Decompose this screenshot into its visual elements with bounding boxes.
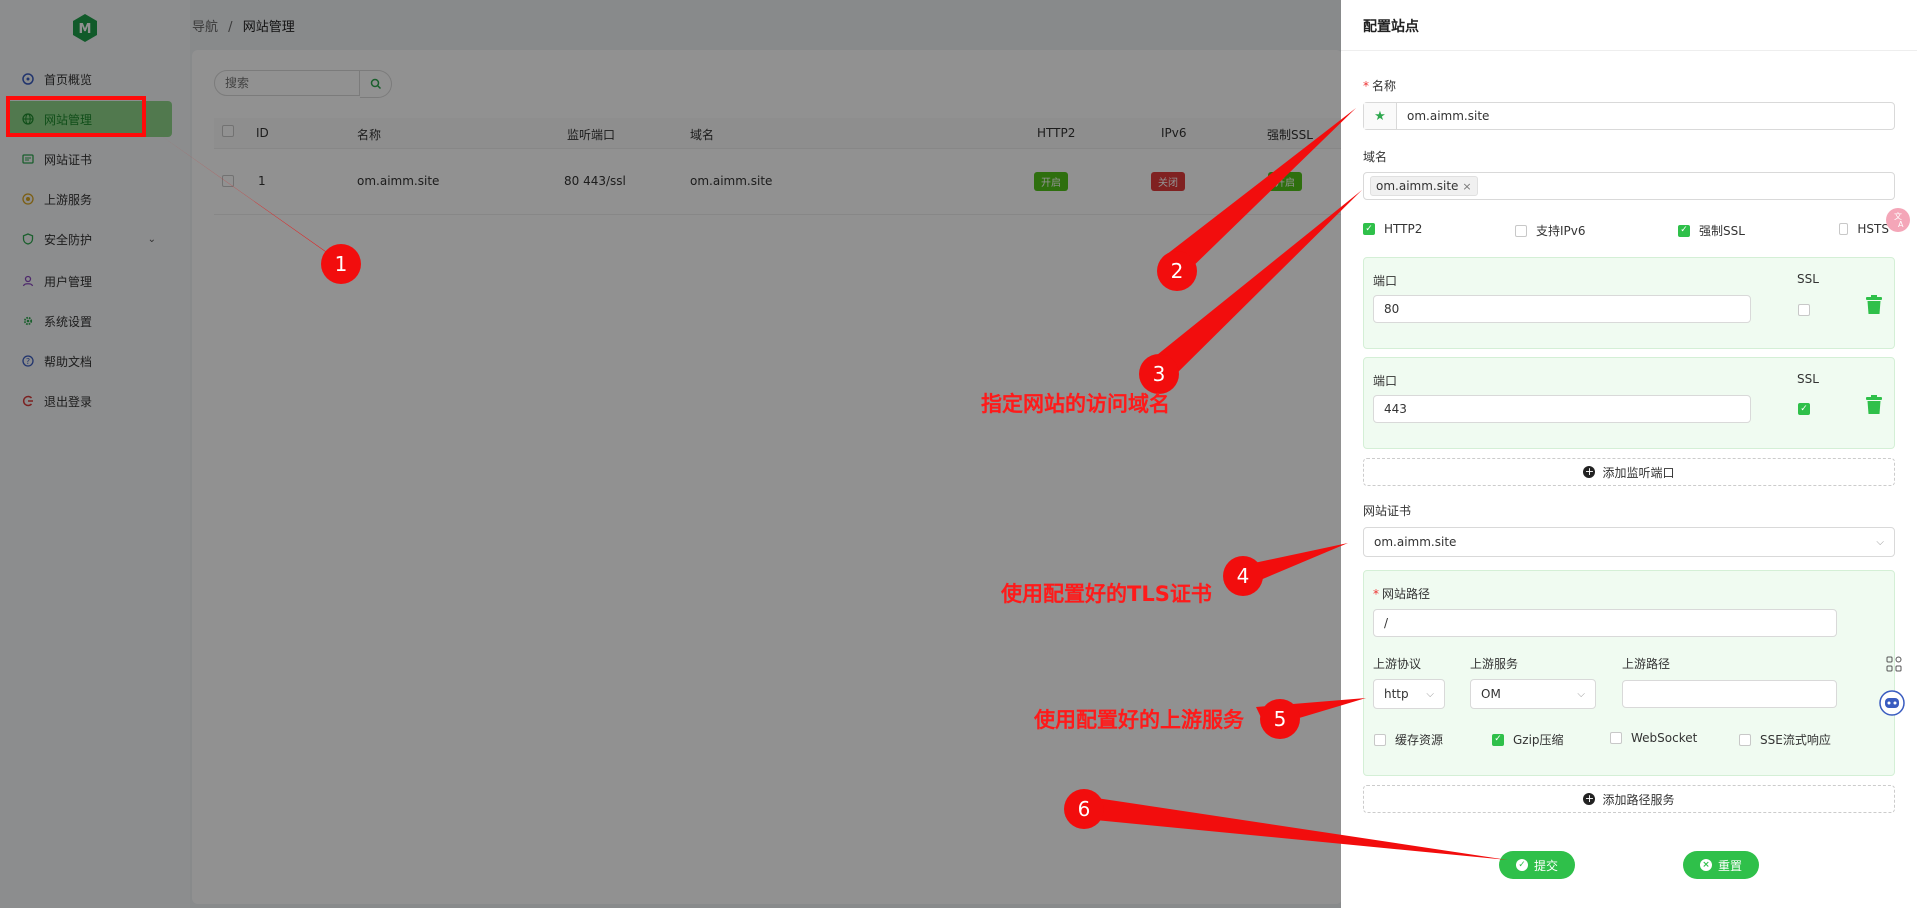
step-badge-6: 6: [1064, 789, 1104, 829]
callout-cert: 使用配置好的TLS证书: [1001, 582, 1212, 606]
callout-upstream: 使用配置好的上游服务: [1034, 708, 1244, 732]
arrow-2: [1162, 108, 1356, 276]
step-badge-1: 1: [321, 244, 361, 284]
arrow-6: [1083, 796, 1508, 860]
step-badge-4: 4: [1223, 556, 1263, 596]
callout-domain: 指定网站的访问域名: [981, 392, 1170, 416]
arrow-1: [160, 135, 348, 267]
annotation-arrows: [6, 96, 1508, 860]
step-badge-5: 5: [1260, 699, 1300, 739]
step-badge-2: 2: [1157, 251, 1197, 291]
highlight-box: [6, 96, 146, 137]
